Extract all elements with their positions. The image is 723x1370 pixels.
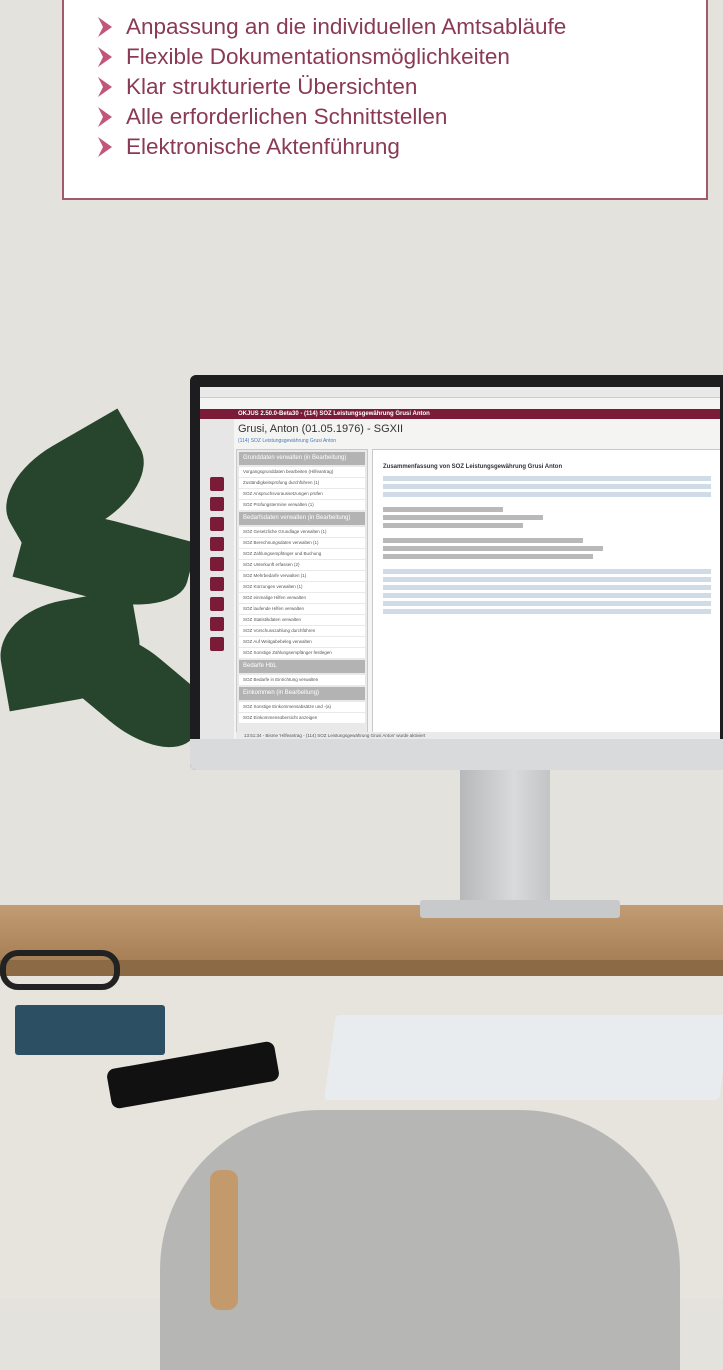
chevron-right-icon [98,77,112,97]
feature-item: Alle erforderlichen Schnittstellen [94,102,566,132]
screen-right-panel: Zusammenfassung von SOZ Leistungsgewähru… [372,449,720,733]
text-line [383,577,711,582]
feature-label: Alle erforderlichen Schnittstellen [126,104,448,129]
nav-icon [210,617,224,631]
keyboard [324,1015,723,1100]
text-line [383,515,543,520]
chevron-right-icon [98,107,112,127]
screen-title: OKJUS 2.50.0-Beta30 - (114) SOZ Leistung… [200,409,720,419]
feature-label: Flexible Dokumentationsmöglichkeiten [126,44,510,69]
text-line [383,601,711,606]
monitor-stand [460,770,550,910]
section-header: Einkommen (in Bearbeitung) [239,687,365,700]
feature-list: Anpassung an die individuellen Amtsabläu… [94,12,566,162]
chair-back [160,1110,680,1370]
monitor-screen: OKJUS 2.50.0-Beta30 - (114) SOZ Leistung… [200,387,720,739]
screen-icon-rail [200,419,234,739]
glasses [0,950,120,990]
nav-icon [210,597,224,611]
feature-label: Elektronische Aktenführung [126,134,400,159]
status-bar: 13:51:34 - Bisme 'Hilfeantrag - (114) SO… [236,732,720,739]
feature-item: Elektronische Aktenführung [94,132,566,162]
text-line [383,585,711,590]
screen-breadcrumb: (114) SOZ Leistungsgewährung Grusi Anton [238,438,337,444]
text-line [383,476,711,481]
list-item: SOZ Statistikdaten verwalten [239,615,365,625]
list-item: SOZ Unterkunft erfassen (2) [239,560,365,570]
screen-heading: Grusi, Anton (01.05.1976) - SGXII [238,423,404,435]
nav-icon [210,637,224,651]
list-item: SOZ Gesetzliche Grundlage verwalten (1) [239,527,365,537]
list-item: SOZ Einkommensübersicht anzeigen [239,713,365,723]
list-item: SOZ Sonstige Einkommensabsätze und -(a) [239,702,365,712]
nav-icon [210,497,224,511]
nav-icon [210,557,224,571]
chevron-right-icon [98,137,112,157]
nav-icon [210,577,224,591]
feature-box: Anpassung an die individuellen Amtsabläu… [62,0,708,200]
text-line [383,538,583,543]
feature-label: Anpassung an die individuellen Amtsabläu… [126,14,567,39]
list-item: SOZ Kürzungen verwalten (1) [239,582,365,592]
feature-item: Klar strukturierte Übersichten [94,72,566,102]
section-header: Bedarfsdaten verwalten (in Bearbeitung) [239,512,365,525]
list-item: SOZ Prüfungstermine verwalten (1) [239,500,365,510]
photo-scene: Anpassung an die individuellen Amtsabläu… [0,0,723,1370]
text-line [383,609,711,614]
screen-left-panel: Grunddaten verwalten (in Bearbeitung) Vo… [236,449,368,733]
text-line [383,492,711,497]
text-line [383,593,711,598]
list-item: SOZ laufende Hilfen verwalten [239,604,365,614]
text-line [383,546,603,551]
feature-label: Klar strukturierte Übersichten [126,74,418,99]
monitor: OKJUS 2.50.0-Beta30 - (114) SOZ Leistung… [190,375,723,770]
list-item: SOZ Berechnungsdaten verwalten (1) [239,538,365,548]
chair-armrest [210,1170,238,1310]
text-line [383,507,503,512]
summary-heading: Zusammenfassung von SOZ Leistungsgewähru… [383,464,563,470]
chevron-right-icon [98,47,112,67]
feature-item: Flexible Dokumentationsmöglichkeiten [94,42,566,72]
list-item: SOZ Sonstige Zahlungsempfänger festlegen [239,648,365,658]
monitor-chin [190,739,723,770]
list-item: SOZ Vorschusszahlung durchführen [239,626,365,636]
book [15,1005,165,1055]
list-item: SOZ Auf Weitgabebeleg verwalten [239,637,365,647]
list-item: SOZ Anspruchsvoraussetzungen prüfen [239,489,365,499]
list-item: Vorgangsgrunddaten bearbeiten (Hilfeantr… [239,467,365,477]
list-item: SOZ Bedarfe in Einrichtung verwalten [239,675,365,685]
section-header: Grunddaten verwalten (in Bearbeitung) [239,452,365,465]
list-item: SOZ Mehrbedarfe verwalten (1) [239,571,365,581]
text-line [383,523,523,528]
chevron-right-icon [98,17,112,37]
nav-icon [210,517,224,531]
text-line [383,484,711,489]
section-header: Bedarfe HbL [239,660,365,673]
text-line [383,569,711,574]
monitor-foot [420,900,620,918]
list-item: Zuständigkeitsprüfung durchführen (1) [239,478,365,488]
screen-topbar [200,387,720,398]
nav-icon [210,477,224,491]
feature-item: Anpassung an die individuellen Amtsabläu… [94,12,566,42]
list-item: SOZ Zahlungsempfänger und Buchung [239,549,365,559]
nav-icon [210,537,224,551]
text-line [383,554,593,559]
list-item: SOZ einmalige Hilfen verwalten [239,593,365,603]
